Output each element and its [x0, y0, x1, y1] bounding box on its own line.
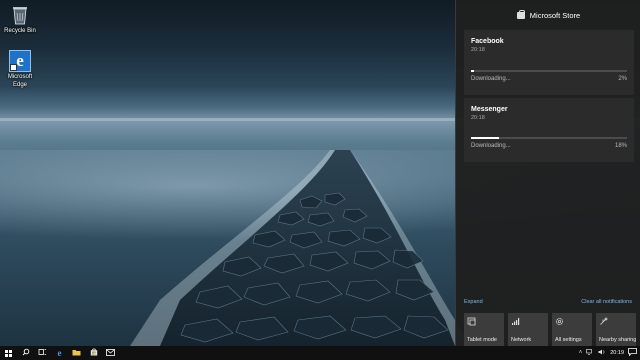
taskbar-file-explorer-button[interactable]	[68, 346, 85, 360]
nearby-sharing-icon	[599, 317, 608, 326]
taskbar-clock[interactable]: 20:19	[610, 350, 624, 356]
taskbar-edge-button[interactable]: e	[51, 346, 68, 360]
action-center-icon[interactable]	[628, 348, 637, 358]
notification-card-messenger[interactable]: Messenger 20:18 Downloading... 18%	[464, 98, 634, 162]
notification-percent: 18%	[614, 143, 627, 149]
notification-title: Messenger	[471, 106, 508, 113]
desktop-icon-label: Recycle Bin	[4, 28, 36, 34]
desktop-icon-label: Microsoft Edge	[7, 74, 33, 88]
notification-title: Facebook	[471, 38, 504, 45]
volume-icon[interactable]	[598, 349, 606, 357]
chevron-up-icon[interactable]: ˄	[579, 350, 583, 356]
gear-icon	[555, 317, 564, 326]
system-tray: ˄ 20:19	[579, 346, 640, 360]
notification-time: 20:18	[471, 47, 485, 53]
desktop-icon-recycle-bin[interactable]: Recycle Bin	[0, 4, 40, 36]
file-explorer-icon	[72, 349, 81, 358]
quick-action-tablet-mode[interactable]: Tablet mode	[464, 313, 504, 346]
quick-action-label: All settings	[555, 337, 582, 343]
notification-card-facebook[interactable]: Facebook 20:18 Downloading... 2%	[464, 30, 634, 95]
notification-percent: 2%	[618, 76, 627, 82]
quick-action-network[interactable]: Network	[508, 313, 548, 346]
clear-all-notifications-link[interactable]: Clear all notifications	[581, 299, 632, 305]
notification-group-title: Microsoft Store	[529, 11, 581, 20]
quick-action-label: Network	[511, 337, 532, 343]
desktop-icon-edge[interactable]: e Microsoft Edge	[0, 50, 40, 89]
download-progress-fill	[471, 137, 500, 139]
notification-status: Downloading...	[471, 76, 511, 82]
mail-icon	[106, 348, 115, 358]
quick-action-all-settings[interactable]: All settings	[552, 313, 592, 346]
edge-icon: e	[9, 50, 31, 72]
start-button[interactable]	[0, 346, 17, 360]
expand-link[interactable]: Expand	[464, 299, 483, 305]
notification-time: 20:18	[471, 115, 485, 121]
download-progress-bar	[471, 70, 627, 72]
quick-action-label: Tablet mode	[467, 337, 497, 343]
taskbar-store-button[interactable]	[85, 346, 102, 360]
store-icon	[90, 348, 98, 358]
quick-actions-row: Tablet mode Network All settings Nearby …	[464, 313, 636, 346]
download-progress-fill	[471, 70, 475, 72]
quick-action-nearby-sharing[interactable]: Nearby sharing	[596, 313, 636, 346]
taskbar-mail-button[interactable]	[102, 346, 119, 360]
search-button[interactable]	[17, 346, 34, 360]
taskbar: e ˄ 20:19	[0, 346, 640, 360]
task-view-button[interactable]	[34, 346, 51, 360]
search-icon	[22, 348, 30, 358]
network-icon	[511, 317, 520, 326]
download-progress-bar	[471, 137, 627, 139]
network-tray-icon[interactable]	[586, 349, 594, 357]
task-view-icon	[38, 348, 47, 358]
notification-status: Downloading...	[471, 143, 511, 149]
action-center-panel: Microsoft Store Facebook 20:18 Downloadi…	[455, 0, 640, 346]
tablet-mode-icon	[467, 317, 476, 326]
notification-group-header[interactable]: Microsoft Store	[456, 10, 640, 20]
quick-action-label: Nearby sharing	[599, 337, 637, 343]
edge-icon: e	[57, 348, 62, 358]
store-bag-icon	[516, 10, 525, 19]
recycle-bin-icon	[9, 4, 31, 26]
start-icon	[5, 349, 12, 357]
